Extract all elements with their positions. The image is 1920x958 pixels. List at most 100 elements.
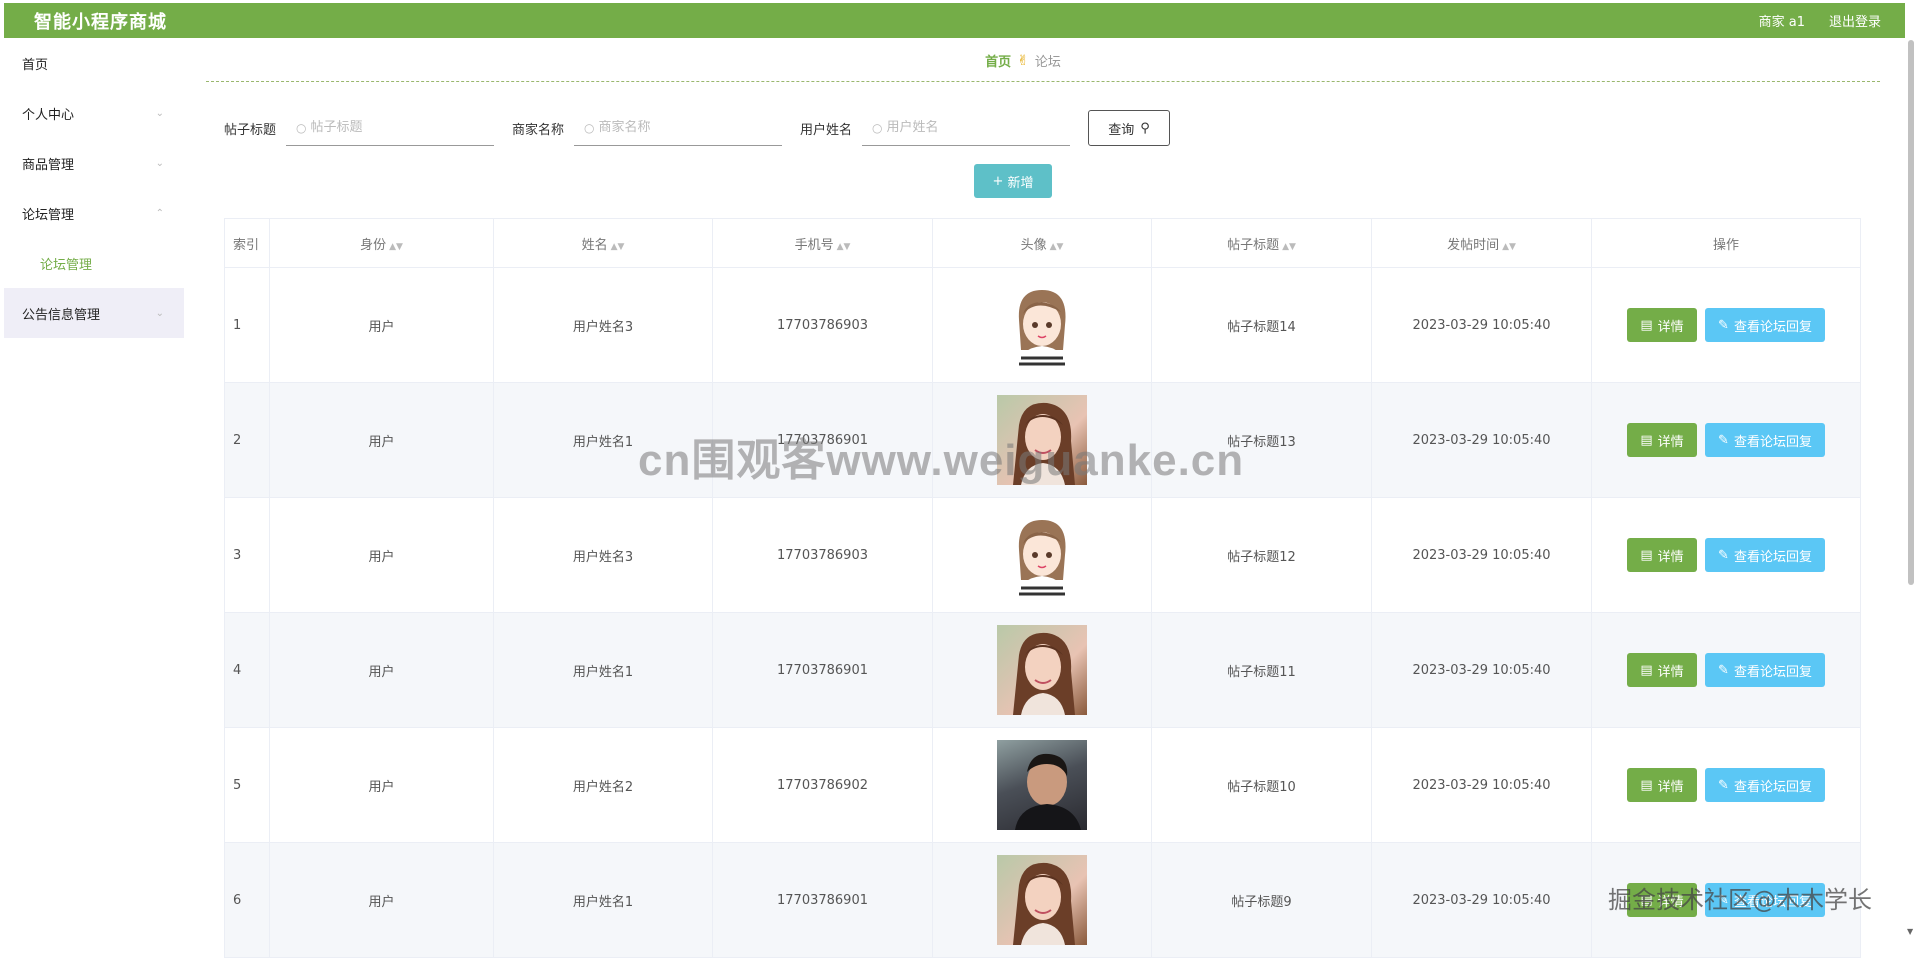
- document-icon: ▤: [1640, 317, 1653, 333]
- cell-phone: 17703786901: [712, 842, 933, 958]
- header-phone[interactable]: 手机号 ▲▼: [712, 218, 933, 268]
- breadcrumb-home[interactable]: 首页: [985, 51, 1011, 70]
- cell-post-title: 帖子标题14: [1151, 267, 1372, 383]
- sort-icon: ▲▼: [1049, 241, 1064, 252]
- view-replies-button-label: 查看论坛回复: [1733, 664, 1812, 680]
- sort-icon: ▲▼: [836, 241, 851, 252]
- header-role[interactable]: 身份 ▲▼: [269, 218, 494, 268]
- cell-phone: 17703786903: [712, 497, 933, 613]
- search-icon: ○: [296, 120, 307, 135]
- search-bar: 帖子标题 ○ 商家名称 ○ 用户姓名 ○ 查询 ⚲: [206, 110, 1880, 146]
- cell-name: 用户姓名1: [493, 842, 713, 958]
- sidebar-subitem-label: 论坛管理: [40, 257, 93, 273]
- logout-link[interactable]: 退出登录: [1829, 11, 1881, 30]
- cell-actions: ▤ 详情 ✎ 查看论坛回复: [1591, 267, 1861, 383]
- header-post-title[interactable]: 帖子标题 ▲▼: [1151, 218, 1372, 268]
- cell-role: 用户: [269, 267, 494, 383]
- avatar: [997, 625, 1087, 715]
- cell-post-time: 2023-03-29 10:05:40: [1371, 612, 1592, 728]
- detail-button[interactable]: ▤ 详情: [1627, 538, 1697, 572]
- user-label: 商家 a1: [1758, 15, 1805, 30]
- top-header: 智能小程序商城 商家 a1 退出登录: [4, 3, 1905, 38]
- table-header-row: 索引 身份 ▲▼ 姓名 ▲▼ 手机号 ▲▼ 头像 ▲▼ 帖子标题 ▲▼ 发帖时间 ▲▼ 操作: [224, 218, 1861, 268]
- sidebar-subitem-forum-management[interactable]: 论坛管理: [4, 238, 184, 288]
- cell-index: 4: [224, 612, 270, 728]
- detail-button[interactable]: ▤ 详情: [1627, 653, 1697, 687]
- detail-button-label: 详情: [1657, 434, 1684, 450]
- header-name[interactable]: 姓名 ▲▼: [493, 218, 713, 268]
- edit-icon: ✎: [1718, 432, 1729, 448]
- edit-icon: ✎: [1718, 547, 1729, 563]
- detail-button-label: 详情: [1657, 779, 1684, 795]
- search-icon: ○: [584, 120, 595, 135]
- chevron-down-icon: ⌄: [155, 157, 164, 169]
- sidebar-item-notice-management[interactable]: 公告信息管理 ⌄: [4, 288, 184, 338]
- corner-watermark: 掘金技术社区@木木学长: [1608, 886, 1872, 914]
- avatar: [997, 855, 1087, 945]
- sidebar-item-personal-center[interactable]: 个人中心 ⌄: [4, 88, 184, 138]
- view-replies-button[interactable]: ✎ 查看论坛回复: [1705, 653, 1825, 687]
- view-replies-button[interactable]: ✎ 查看论坛回复: [1705, 308, 1825, 342]
- sidebar-item-goods-management[interactable]: 商品管理 ⌄: [4, 138, 184, 188]
- sidebar-item-label: 商品管理: [22, 157, 75, 173]
- detail-button-label: 详情: [1657, 664, 1684, 680]
- cell-post-title: 帖子标题10: [1151, 727, 1372, 843]
- cell-index: 5: [224, 727, 270, 843]
- avatar: [997, 510, 1087, 600]
- view-replies-button[interactable]: ✎ 查看论坛回复: [1705, 768, 1825, 802]
- add-row: + 新增: [206, 164, 1880, 198]
- chevron-down-icon: ⌄: [155, 307, 164, 319]
- add-button-label: 新增: [1007, 175, 1034, 191]
- cell-name: 用户姓名3: [493, 497, 713, 613]
- plus-icon: +: [992, 173, 1004, 189]
- sort-icon: ▲▼: [1282, 241, 1296, 252]
- header-post-time[interactable]: 发帖时间 ▲▼: [1371, 218, 1592, 268]
- cell-phone: 17703786901: [712, 612, 933, 728]
- cell-name: 用户姓名1: [493, 612, 713, 728]
- cell-index: 3: [224, 497, 270, 613]
- header-avatar[interactable]: 头像 ▲▼: [932, 218, 1152, 268]
- app-title: 智能小程序商城: [34, 11, 167, 33]
- cell-role: 用户: [269, 497, 494, 613]
- main-content: 首页 ✌ 论坛 帖子标题 ○ 商家名称 ○ 用户姓名 ○ 查询 ⚲ + 新增: [206, 40, 1880, 958]
- user-name-input[interactable]: [886, 120, 1057, 135]
- view-replies-button-label: 查看论坛回复: [1733, 779, 1812, 795]
- sort-icon: ▲▼: [1502, 241, 1516, 252]
- scrollbar-thumb[interactable]: [1908, 40, 1914, 585]
- vertical-scrollbar[interactable]: ▼: [1906, 40, 1916, 936]
- sidebar-item-label: 论坛管理: [22, 207, 75, 223]
- detail-button-label: 详情: [1657, 549, 1684, 565]
- sidebar: 首页 个人中心 ⌄ 商品管理 ⌄ 论坛管理 ⌃ 论坛管理 公告信息管理 ⌄: [4, 38, 184, 934]
- cell-actions: ▤ 详情 ✎ 查看论坛回复: [1591, 497, 1861, 613]
- cell-role: 用户: [269, 612, 494, 728]
- cell-phone: 17703786903: [712, 267, 933, 383]
- view-replies-button[interactable]: ✎ 查看论坛回复: [1705, 538, 1825, 572]
- scroll-down-arrow-icon[interactable]: ▼: [1907, 927, 1913, 936]
- cell-avatar: [932, 267, 1152, 383]
- cell-index: 6: [224, 842, 270, 958]
- sidebar-item-forum-management[interactable]: 论坛管理 ⌃: [4, 188, 184, 238]
- view-replies-button-label: 查看论坛回复: [1733, 549, 1812, 565]
- table-row: 1 用户 用户姓名3 17703786903 帖子标题14 2023-03-29 10:0…: [224, 267, 1861, 383]
- add-button[interactable]: + 新增: [974, 164, 1052, 198]
- cell-index: 1: [224, 267, 270, 383]
- avatar: [997, 740, 1087, 830]
- detail-button[interactable]: ▤ 详情: [1627, 768, 1697, 802]
- detail-button[interactable]: ▤ 详情: [1627, 423, 1697, 457]
- user-name-label: 用户姓名: [800, 122, 853, 138]
- avatar: [997, 280, 1087, 370]
- post-title-field: ○: [286, 110, 495, 146]
- center-watermark: cn围观客www.weiguanke.cn: [638, 436, 1245, 485]
- header-index: 索引: [224, 218, 270, 268]
- table-row: 3 用户 用户姓名3 17703786903 帖子标题12 2023-03-29 10:0…: [224, 497, 1861, 613]
- sidebar-item-home[interactable]: 首页: [4, 38, 184, 88]
- cell-post-time: 2023-03-29 10:05:40: [1371, 497, 1592, 613]
- detail-button[interactable]: ▤ 详情: [1627, 308, 1697, 342]
- cell-avatar: [932, 612, 1152, 728]
- view-replies-button[interactable]: ✎ 查看论坛回复: [1705, 423, 1825, 457]
- query-button[interactable]: 查询 ⚲: [1088, 110, 1171, 146]
- merchant-name-input[interactable]: [598, 120, 769, 135]
- post-title-input[interactable]: [310, 120, 481, 135]
- breadcrumb: 首页 ✌ 论坛: [206, 40, 1880, 82]
- sidebar-item-label: 公告信息管理: [22, 307, 101, 323]
